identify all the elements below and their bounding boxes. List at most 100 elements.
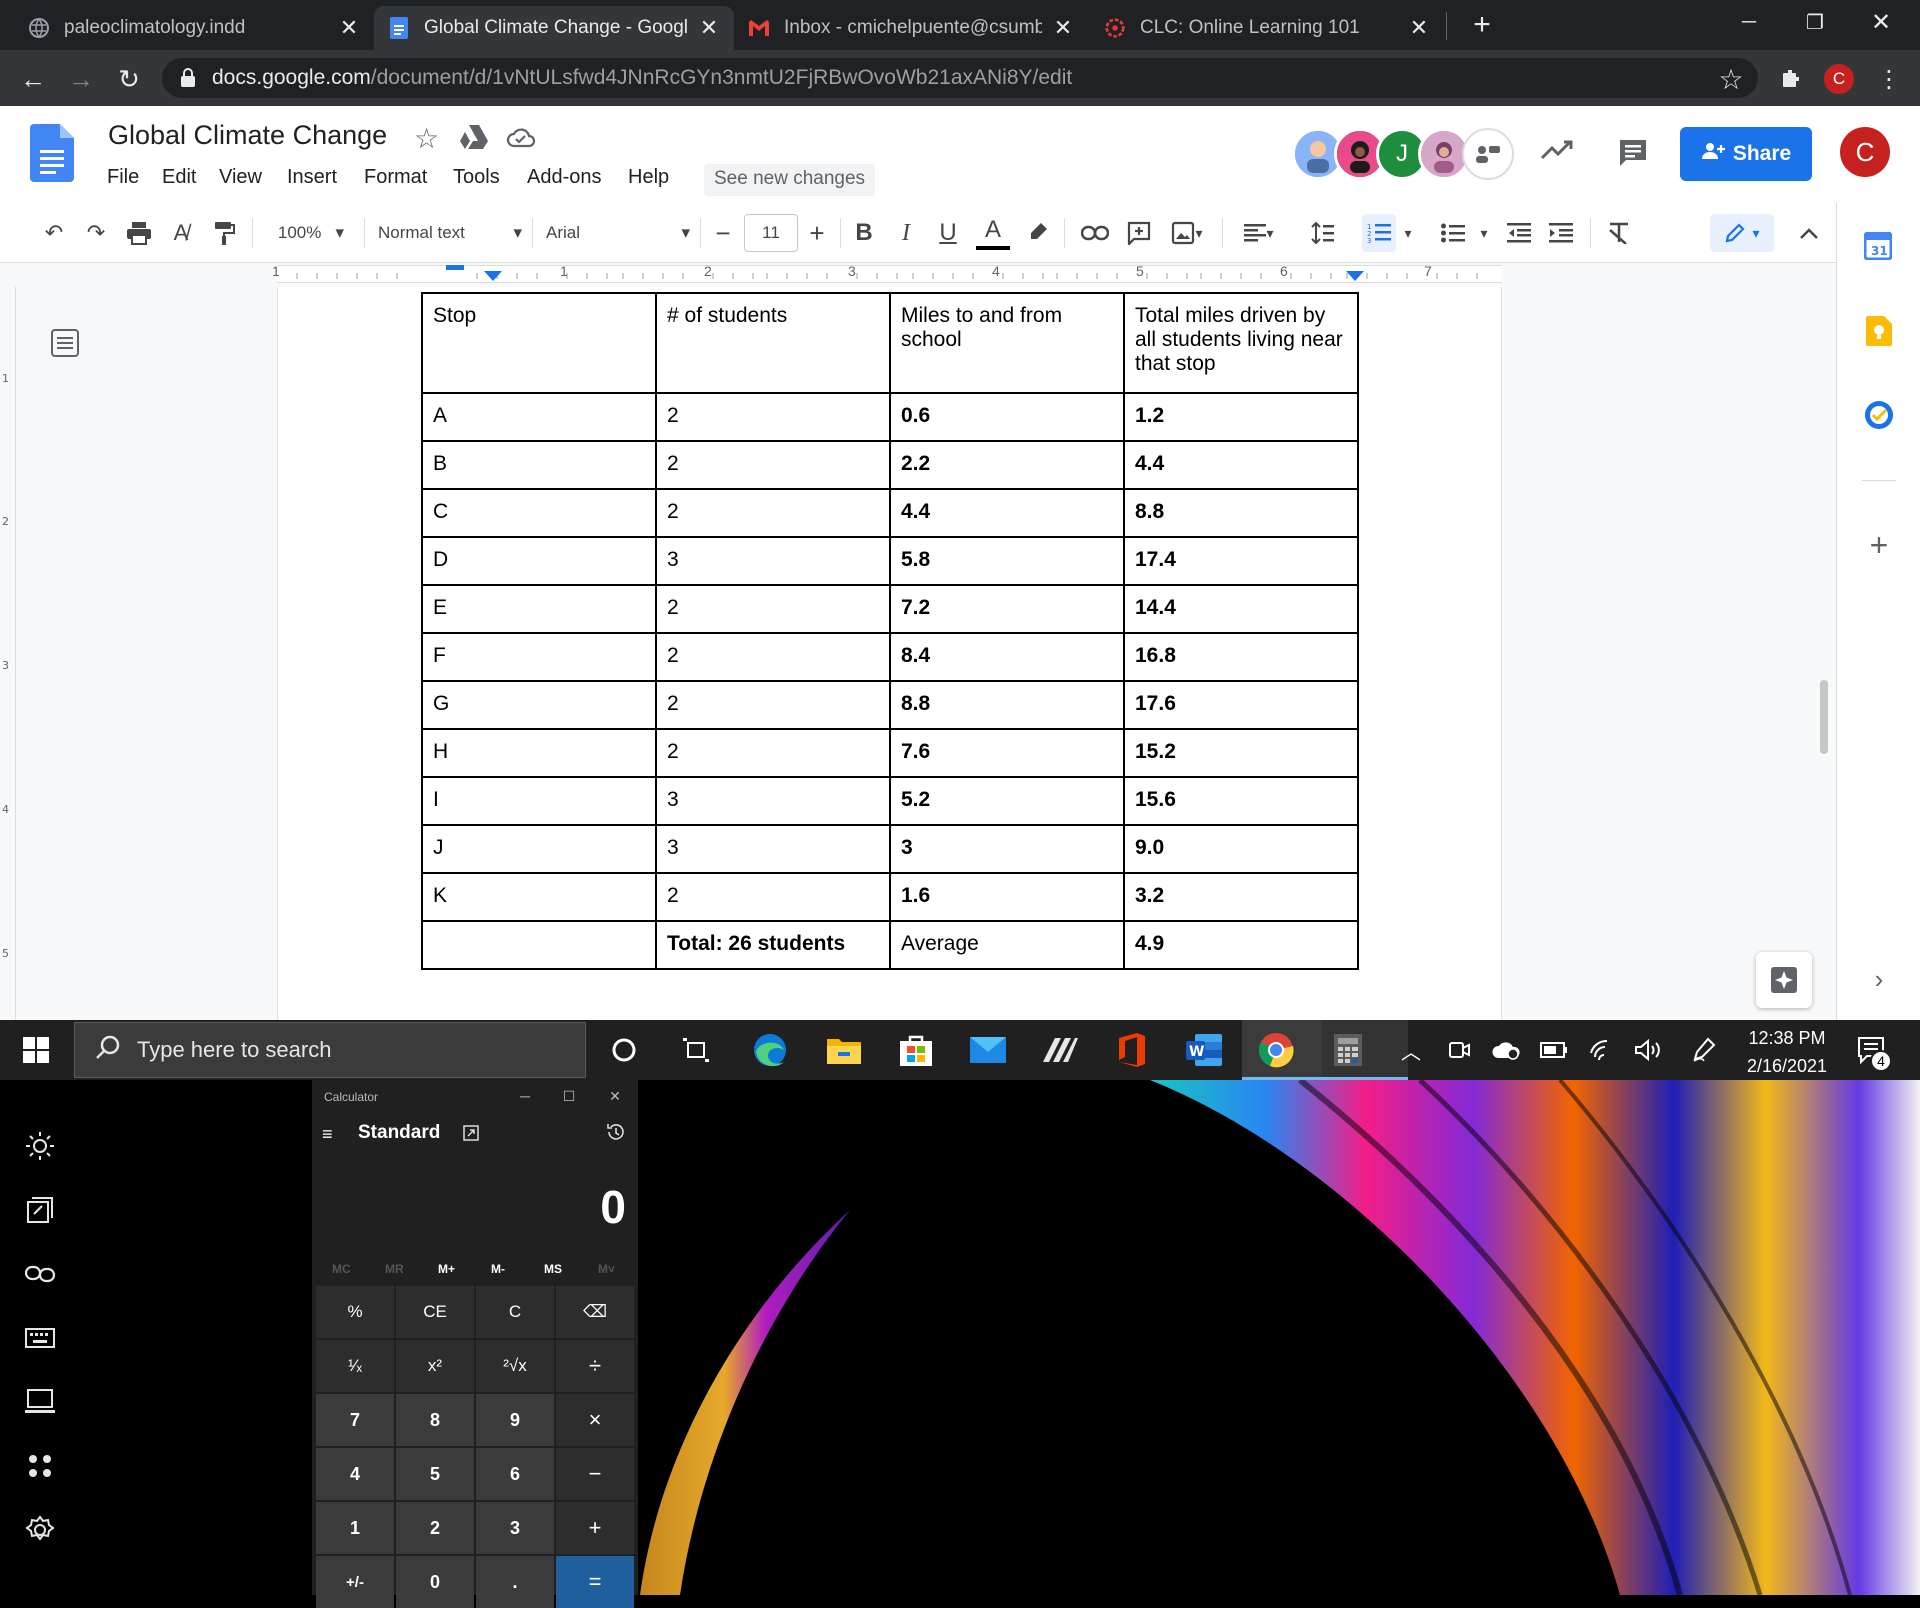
history-icon[interactable]: [606, 1122, 630, 1146]
clear-key[interactable]: C: [476, 1286, 554, 1338]
divide-key[interactable]: ÷: [556, 1340, 634, 1392]
table-cell[interactable]: 0.6: [889, 392, 1125, 442]
keep-on-top-icon[interactable]: [462, 1124, 484, 1146]
table-header-cell[interactable]: Stop: [421, 292, 657, 394]
table-cell[interactable]: K: [421, 872, 657, 922]
comments-icon[interactable]: [1618, 138, 1648, 168]
calendar-icon[interactable]: 31: [1863, 231, 1893, 261]
table-cell[interactable]: 3.2: [1123, 872, 1359, 922]
digit-0-key[interactable]: 0: [396, 1556, 474, 1608]
see-new-changes-button[interactable]: See new changes: [704, 164, 876, 196]
restore-button[interactable]: ❐: [1782, 0, 1848, 44]
table-cell[interactable]: G: [421, 680, 657, 730]
bulleted-list-icon[interactable]: [1436, 214, 1470, 252]
equals-key[interactable]: =: [556, 1556, 634, 1608]
increase-indent-icon[interactable]: [1544, 214, 1578, 252]
reload-button[interactable]: ↻: [112, 62, 146, 96]
table-cell[interactable]: 8.4: [889, 632, 1125, 682]
document-title[interactable]: Global Climate Change: [108, 120, 387, 151]
get-addons-plus-icon[interactable]: +: [1864, 527, 1894, 563]
subtract-key[interactable]: −: [556, 1448, 634, 1500]
undo-icon[interactable]: ↶: [38, 214, 70, 252]
star-icon[interactable]: ☆: [414, 122, 439, 155]
spellcheck-icon[interactable]: A̸: [164, 214, 198, 252]
table-cell[interactable]: 17.6: [1123, 680, 1359, 730]
table-cell[interactable]: 2: [655, 488, 891, 538]
pen-ink-workspace-icon[interactable]: [1688, 1030, 1720, 1070]
table-cell[interactable]: 4.4: [889, 488, 1125, 538]
font-family-select[interactable]: Arial ▾: [546, 214, 690, 252]
multiply-key[interactable]: ×: [556, 1394, 634, 1446]
activity-trend-icon[interactable]: [1540, 138, 1574, 168]
table-cell[interactable]: 2: [655, 392, 891, 442]
windows-start-icon[interactable]: [16, 1030, 56, 1070]
explore-button[interactable]: [1756, 952, 1812, 1008]
new-tab-button[interactable]: +: [1466, 6, 1498, 44]
close-icon[interactable]: ✕: [338, 15, 360, 41]
digit-4-key[interactable]: 4: [316, 1448, 394, 1500]
tasks-icon[interactable]: [1864, 400, 1894, 430]
menu-format[interactable]: Format: [364, 166, 427, 189]
table-cell[interactable]: 3: [655, 536, 891, 586]
digit-3-key[interactable]: 3: [476, 1502, 554, 1554]
table-cell[interactable]: D: [421, 536, 657, 586]
table-cell[interactable]: A: [421, 392, 657, 442]
table-cell[interactable]: 1.2: [1123, 392, 1359, 442]
mail-icon[interactable]: [968, 1030, 1008, 1070]
table-cell[interactable]: 5.8: [889, 536, 1125, 586]
editing-mode-button[interactable]: ▾: [1710, 214, 1774, 252]
more-collaborators-icon[interactable]: [1462, 128, 1514, 180]
table-cell[interactable]: 2: [655, 632, 891, 682]
taskbar-search-box[interactable]: Type here to search: [74, 1022, 586, 1078]
paragraph-style-select[interactable]: Normal text ▾: [378, 214, 522, 252]
menu-insert[interactable]: Insert: [287, 166, 337, 189]
share-button[interactable]: Share: [1680, 127, 1812, 181]
menu-addons[interactable]: Add-ons: [527, 166, 602, 189]
table-cell[interactable]: 1.6: [889, 872, 1125, 922]
table-cell[interactable]: 16.8: [1123, 632, 1359, 682]
table-cell[interactable]: 5.2: [889, 776, 1125, 826]
digit-2-key[interactable]: 2: [396, 1502, 474, 1554]
numbered-list-dropdown-icon[interactable]: ▾: [1400, 214, 1416, 252]
italic-button[interactable]: I: [890, 214, 922, 252]
table-cell[interactable]: 9.0: [1123, 824, 1359, 874]
clear-entry-key[interactable]: CE: [396, 1286, 474, 1338]
brightness-icon[interactable]: [20, 1126, 60, 1166]
table-cell[interactable]: Total: 26 students: [655, 920, 891, 970]
table-cell[interactable]: 15.2: [1123, 728, 1359, 778]
back-button[interactable]: ←: [16, 62, 50, 96]
clear-formatting-icon[interactable]: [1602, 214, 1636, 252]
laptop-display-icon[interactable]: [20, 1382, 60, 1422]
digit-8-key[interactable]: 8: [396, 1394, 474, 1446]
left-indent-marker[interactable]: [484, 271, 502, 281]
keep-icon[interactable]: [1866, 316, 1892, 346]
digit-5-key[interactable]: 5: [396, 1448, 474, 1500]
table-cell[interactable]: 3: [655, 776, 891, 826]
memory-recall-button[interactable]: MR: [385, 1262, 404, 1276]
link-icon[interactable]: [20, 1254, 60, 1294]
calculator-icon[interactable]: [1328, 1030, 1368, 1070]
table-cell[interactable]: B: [421, 440, 657, 490]
table-cell[interactable]: 3: [889, 824, 1125, 874]
menu-view[interactable]: View: [219, 166, 262, 189]
memory-clear-button[interactable]: MC: [332, 1262, 351, 1276]
table-cell[interactable]: 7.6: [889, 728, 1125, 778]
text-color-button[interactable]: A: [976, 214, 1010, 250]
wifi-icon[interactable]: [1586, 1030, 1618, 1070]
show-hidden-icons-chevron-icon[interactable]: ︿: [1396, 1030, 1426, 1070]
edge-browser-icon[interactable]: [750, 1030, 790, 1070]
bold-button[interactable]: B: [848, 214, 880, 252]
lock-icon[interactable]: [180, 68, 196, 88]
menu-tools[interactable]: Tools: [453, 166, 500, 189]
table-cell[interactable]: 2: [655, 728, 891, 778]
screen-capture-icon[interactable]: [20, 1190, 60, 1230]
microsoft-store-icon[interactable]: [896, 1030, 936, 1070]
menu-edit[interactable]: Edit: [162, 166, 196, 189]
numbered-list-icon[interactable]: 123: [1362, 214, 1396, 252]
first-line-indent-marker[interactable]: [446, 265, 464, 270]
table-header-cell[interactable]: Total miles driven by all students livin…: [1123, 292, 1359, 394]
table-cell[interactable]: J: [421, 824, 657, 874]
table-cell[interactable]: 2: [655, 440, 891, 490]
digit-7-key[interactable]: 7: [316, 1394, 394, 1446]
insert-comment-icon[interactable]: [1122, 214, 1156, 252]
